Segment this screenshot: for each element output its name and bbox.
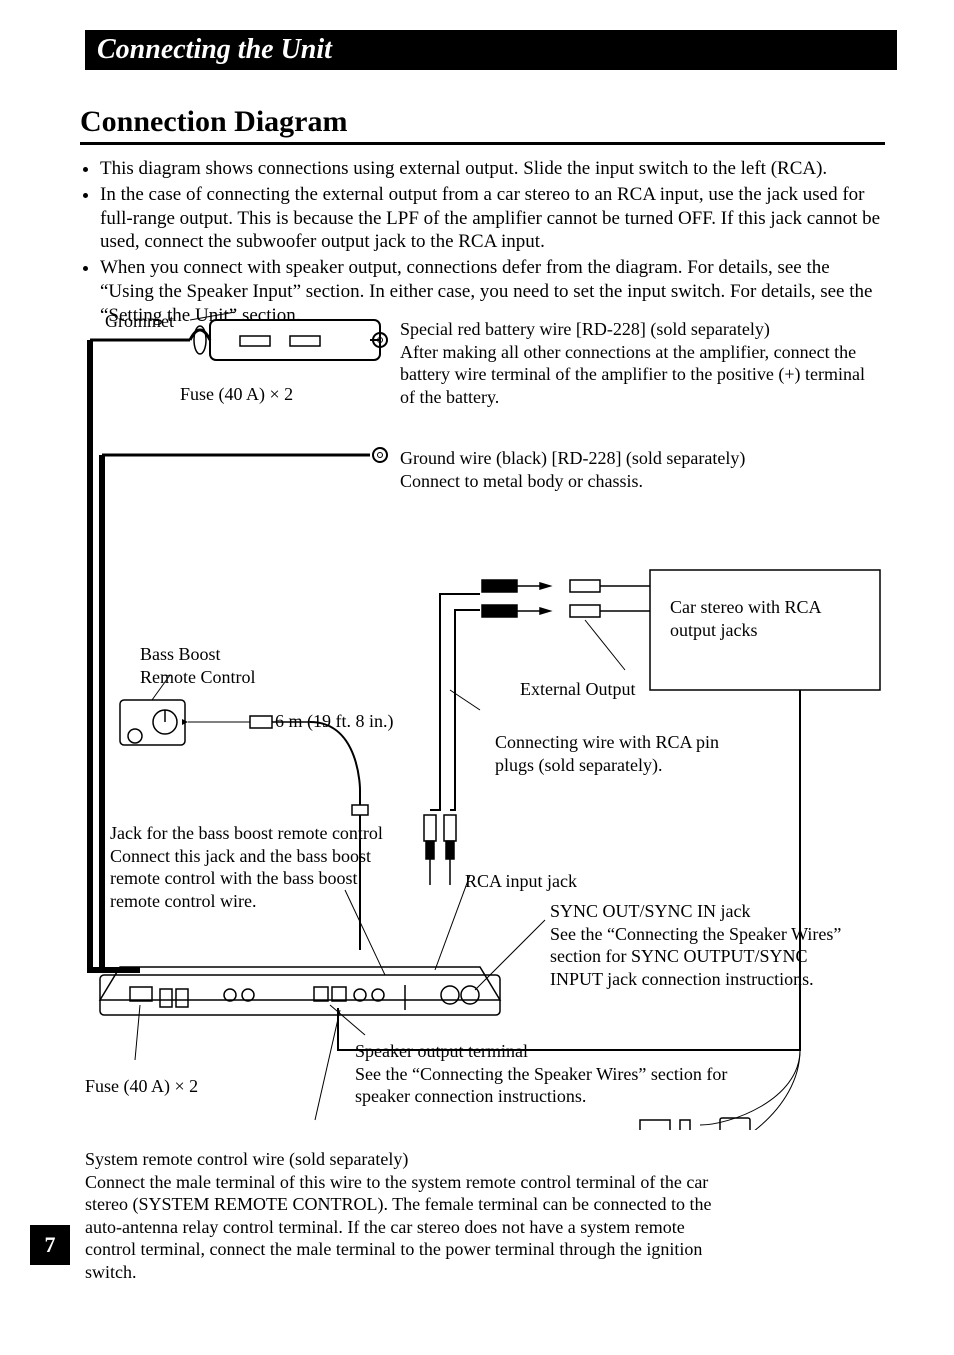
label-speaker-out: Speaker output terminal See the “Connect…	[355, 1040, 775, 1108]
intro-bullet: This diagram shows connections using ext…	[100, 157, 885, 181]
label-ground-note: Ground wire (black) [RD-228] (sold separ…	[400, 447, 870, 492]
label-battery-note: Special red battery wire [RD-228] (sold …	[400, 318, 870, 408]
connection-diagram	[80, 310, 885, 1130]
label-fuse-top: Fuse (40 A) × 2	[180, 383, 293, 406]
label-fuse-bottom: Fuse (40 A) × 2	[85, 1075, 198, 1098]
label-rca-input: RCA input jack	[465, 870, 577, 893]
label-rca-wire: Connecting wire with RCA pin plugs (sold…	[495, 731, 745, 776]
label-bass-boost: Bass Boost Remote Control	[140, 643, 256, 688]
page-number: 7	[30, 1225, 70, 1265]
label-grommet: Grommet	[105, 310, 174, 333]
section-band: Connecting the Unit	[85, 30, 897, 70]
label-sync: SYNC OUT/SYNC IN jack See the “Connectin…	[550, 900, 850, 990]
label-external-output: External Output	[520, 678, 635, 701]
page-title: Connection Diagram	[80, 105, 347, 139]
label-car-stereo: Car stereo with RCA output jacks	[670, 596, 840, 641]
intro-block: This diagram shows connections using ext…	[80, 155, 885, 329]
label-jack-bass: Jack for the bass boost remote control C…	[110, 822, 390, 912]
title-rule	[80, 142, 885, 145]
label-cable-length: 6 m (19 ft. 8 in.)	[275, 710, 394, 733]
label-system-remote: System remote control wire (sold separat…	[85, 1148, 735, 1283]
intro-bullet: In the case of connecting the external o…	[100, 183, 885, 254]
